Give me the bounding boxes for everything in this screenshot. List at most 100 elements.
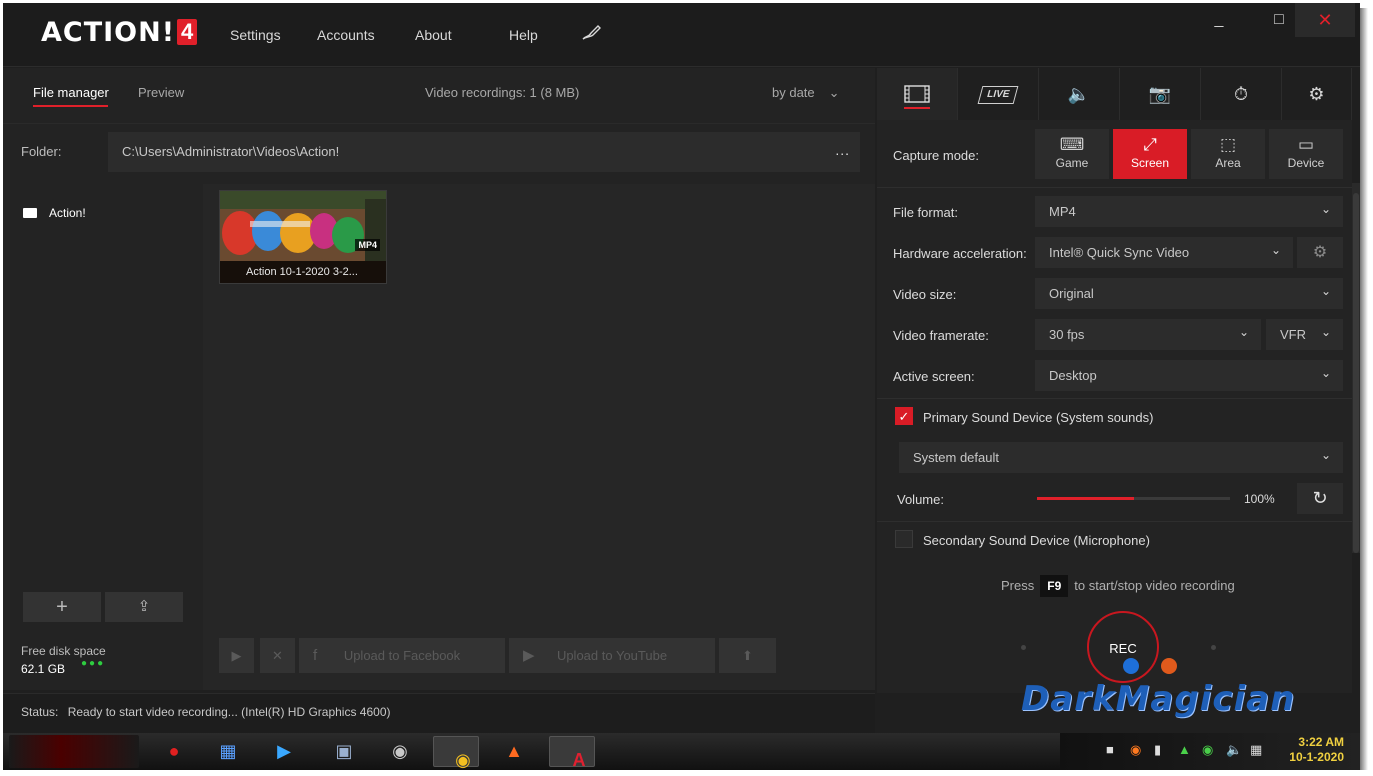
hw-accel-settings-button[interactable]: ⚙ <box>1297 237 1343 268</box>
taskbar-clock[interactable]: 3:22 AM 10-1-2020 <box>1289 735 1344 765</box>
taskbar: ● ▦ ▶ ▣ ◉ ◉ ▲ A ■ ◉ ▮ ▲ ◉ 🔈 ▦ 3:22 AM 10… <box>3 733 1360 770</box>
menu-help[interactable]: Help <box>509 27 538 43</box>
red-app-icon[interactable]: ● <box>151 736 197 767</box>
reset-volume-button[interactable]: ↻ <box>1297 483 1343 514</box>
menu-settings[interactable]: Settings <box>230 27 281 43</box>
action-app-icon[interactable]: A <box>549 736 595 770</box>
logo-text: ACTION! <box>41 17 176 48</box>
framerate-value: 30 fps <box>1049 327 1085 342</box>
volume-slider[interactable] <box>1037 497 1230 500</box>
upload-youtube-button[interactable]: ▶ Upload to YouTube <box>509 638 715 673</box>
open-folder-button[interactable]: ⇪ <box>105 592 183 622</box>
sort-dropdown[interactable]: by date ⌄ <box>772 85 840 101</box>
tab-settings[interactable]: ⚙ <box>1282 68 1352 120</box>
pen-icon[interactable] <box>581 23 603 44</box>
menu-about[interactable]: About <box>415 27 452 43</box>
capture-mode-device[interactable]: ▭ Device <box>1269 129 1343 179</box>
capture-mode-screen[interactable]: ⤢ Screen <box>1113 129 1187 179</box>
hw-accel-label: Hardware acceleration: <box>893 246 1027 261</box>
brave-icon[interactable]: ▲ <box>491 736 537 767</box>
play-button[interactable]: ▶ <box>219 638 254 673</box>
framerate-select[interactable]: 30 fps ⌄ <box>1035 319 1261 350</box>
decorative-dot <box>1021 645 1026 650</box>
tree-item-label: Action! <box>49 206 86 220</box>
format-badge: MP4 <box>355 239 380 251</box>
upload-facebook-button[interactable]: f Upload to Facebook <box>299 638 505 673</box>
chevron-down-icon: ⌄ <box>1320 284 1331 298</box>
signal-icon[interactable]: ▮ <box>1154 742 1161 758</box>
network-icon[interactable]: ▦ <box>1250 742 1262 758</box>
divider <box>877 398 1352 399</box>
recording-thumbnail[interactable]: MP4 Action 10-1-2020 3-2... <box>219 190 387 284</box>
tab-preview[interactable]: Preview <box>138 85 184 100</box>
record-button[interactable]: REC <box>1087 611 1159 683</box>
recordings-summary: Video recordings: 1 (8 MB) <box>425 85 580 100</box>
capture-mode-area[interactable]: ⬚ Area <box>1191 129 1265 179</box>
watermark-head-icon <box>1123 658 1139 674</box>
add-folder-button[interactable]: + <box>23 592 101 622</box>
title-bar: ACTION! 4 Settings Accounts About Help _ … <box>3 3 1360 67</box>
browse-folder-button[interactable]: ... <box>835 142 850 158</box>
secondary-sound-checkbox[interactable] <box>895 530 913 548</box>
media-player-icon[interactable]: ▶ <box>261 736 307 767</box>
hw-accel-select[interactable]: Intel® Quick Sync Video ⌄ <box>1035 237 1293 268</box>
upload-button[interactable]: ⬆ <box>719 638 776 673</box>
file-format-value: MP4 <box>1049 204 1076 219</box>
volume-icon[interactable]: 🔈 <box>1226 742 1242 758</box>
hotkey-f9: F9 <box>1040 575 1069 597</box>
tray-app-icon[interactable]: ■ <box>1106 742 1114 757</box>
camera-app-icon[interactable]: ◉ <box>377 736 423 767</box>
firefox-icon[interactable]: ◉ <box>1130 742 1141 758</box>
capture-mode-game[interactable]: ⌨ Game <box>1035 129 1109 179</box>
status-text: Ready to start video recording... (Intel… <box>67 705 391 719</box>
window-shadow <box>1360 8 1368 770</box>
menu-accounts[interactable]: Accounts <box>317 27 375 43</box>
primary-sound-label: Primary Sound Device (System sounds) <box>923 410 1154 425</box>
tab-timer[interactable]: ⏱ <box>1201 68 1282 120</box>
framerate-mode-select[interactable]: VFR ⌄ <box>1266 319 1343 350</box>
tree-item-action[interactable]: Action! <box>23 206 86 220</box>
clock-time: 3:22 AM <box>1298 735 1344 749</box>
system-tray: ■ ◉ ▮ ▲ ◉ 🔈 ▦ 3:22 AM 10-1-2020 <box>1060 733 1360 770</box>
tab-file-manager[interactable]: File manager <box>33 85 109 100</box>
volume-label: Volume: <box>897 492 944 507</box>
chevron-down-icon: ⌄ <box>1320 448 1331 462</box>
windows-explorer-icon[interactable]: ▦ <box>205 736 251 767</box>
tab-video[interactable] <box>877 68 958 120</box>
close-button[interactable]: ✕ <box>1295 3 1355 37</box>
primary-sound-device-select[interactable]: System default ⌄ <box>899 442 1343 473</box>
primary-sound-checkbox[interactable]: ✓ <box>895 407 913 425</box>
folder-path-field[interactable]: C:\Users\Administrator\Videos\Action! ..… <box>108 132 860 172</box>
tab-live[interactable]: LIVE <box>958 68 1039 120</box>
delete-button[interactable]: ✕ <box>260 638 295 673</box>
active-tab-underline <box>33 105 108 107</box>
tray-shield-icon[interactable]: ▲ <box>1178 742 1191 757</box>
youtube-icon: ▶ <box>523 647 535 664</box>
chrome-icon[interactable]: ◉ <box>433 736 479 770</box>
start-button[interactable] <box>9 735 139 768</box>
video-size-select[interactable]: Original ⌄ <box>1035 278 1343 309</box>
recordings-grid: MP4 Action 10-1-2020 3-2... ▶ ✕ f Upload… <box>203 184 875 690</box>
free-disk-value: 62.1 GB <box>21 662 66 676</box>
watermark-head-icon <box>1161 658 1177 674</box>
status-bar: Status: Ready to start video recording..… <box>3 693 875 733</box>
tab-audio[interactable]: 🔈 <box>1039 68 1120 120</box>
area-select-icon: ⬚ <box>1219 135 1237 154</box>
watermark-logo: DarkMagician <box>1021 679 1296 719</box>
framerate-label: Video framerate: <box>893 328 989 343</box>
file-format-select[interactable]: MP4 ⌄ <box>1035 196 1343 227</box>
minimize-button[interactable]: _ <box>1189 3 1249 37</box>
disk-status-indicator: ●●● <box>81 658 106 669</box>
capture-mode-label: Capture mode: <box>893 148 979 163</box>
settings-scrollbar[interactable] <box>1352 183 1360 553</box>
tray-network-icon[interactable]: ◉ <box>1202 742 1213 758</box>
reset-icon: ↻ <box>1312 488 1328 508</box>
active-screen-select[interactable]: Desktop ⌄ <box>1035 360 1343 391</box>
tab-screenshot[interactable]: 📷 <box>1120 68 1201 120</box>
scrollbar-thumb[interactable] <box>1353 193 1359 553</box>
desktop-switch-icon[interactable]: ▣ <box>321 736 367 767</box>
gamepad-icon: ⌨ <box>1059 135 1085 154</box>
capture-mode-device-label: Device <box>1287 156 1325 170</box>
volume-value: 100% <box>1244 492 1275 506</box>
sort-label: by date <box>772 85 815 100</box>
